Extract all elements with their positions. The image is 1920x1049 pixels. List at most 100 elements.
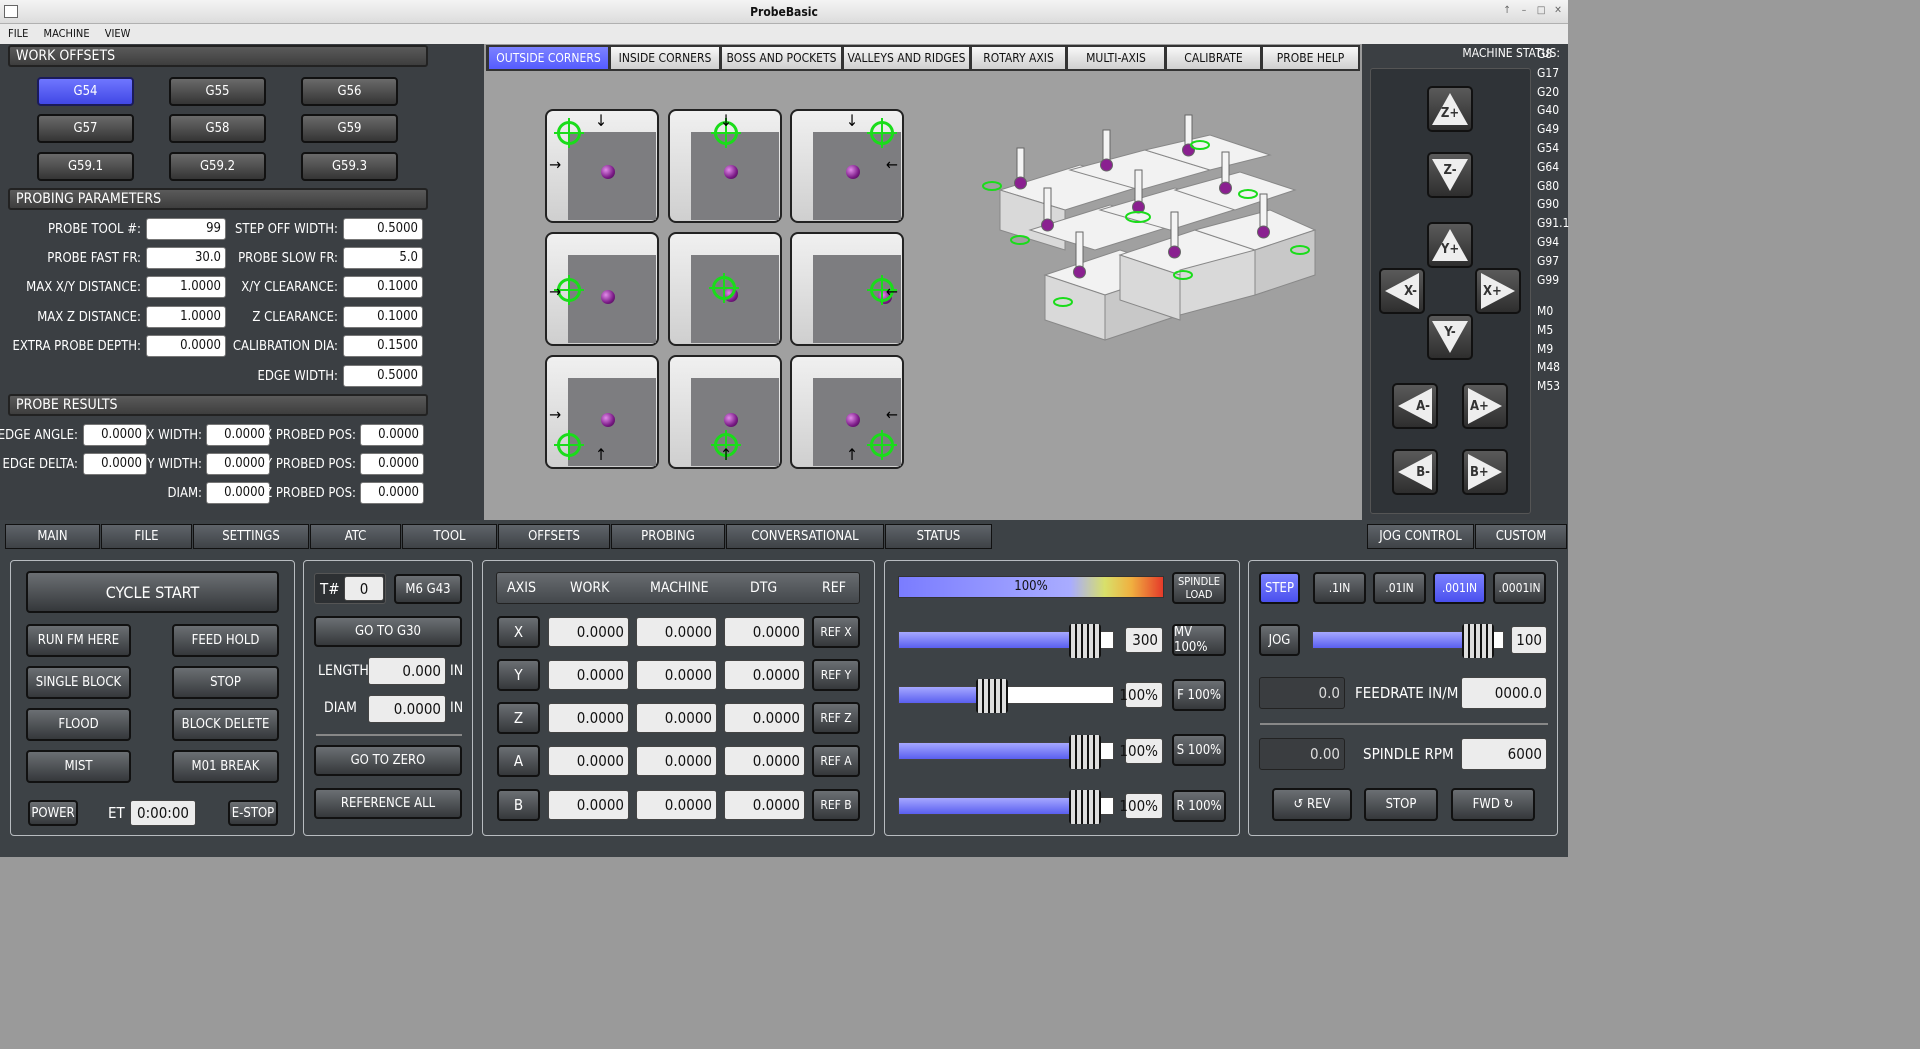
main-tab-status[interactable]: STATUS [885, 524, 992, 549]
ref-b-button[interactable]: REF B [812, 789, 860, 821]
single-block-button[interactable]: SINGLE BLOCK [26, 666, 131, 699]
param-value[interactable]: 30.0 [146, 247, 226, 269]
reference-all-button[interactable]: REFERENCE ALL [314, 788, 462, 819]
axis-a-button[interactable]: A [497, 745, 540, 777]
f-100-button[interactable]: F 100% [1172, 679, 1226, 711]
param-value[interactable]: 0.1000 [343, 276, 423, 298]
right-tab-custom[interactable]: CUSTOM [1475, 524, 1567, 549]
probe-corner-button-1[interactable]: ↓ → [545, 109, 659, 223]
jog-a-minus-button[interactable]: A- [1392, 383, 1438, 429]
estop-button[interactable]: E-STOP [228, 800, 278, 826]
cycle-start-button[interactable]: CYCLE START [26, 571, 279, 613]
axis-z-button[interactable]: Z [497, 702, 540, 734]
m01-break-button[interactable]: M01 BREAK [172, 750, 279, 783]
offset-g55-button[interactable]: G55 [169, 77, 266, 106]
menu-view[interactable]: VIEW [105, 27, 131, 40]
probe-corner-button-8[interactable]: ↑ [668, 355, 782, 469]
main-tab-conversational[interactable]: CONVERSATIONAL [726, 524, 884, 549]
jog-y-plus-button[interactable]: Y+ [1427, 222, 1473, 268]
jog-speed-handle[interactable] [1462, 624, 1495, 658]
param-value[interactable]: 1.0000 [146, 276, 226, 298]
param-value[interactable]: 0.5000 [343, 218, 423, 240]
jog-x-minus-button[interactable]: X- [1379, 268, 1425, 314]
menu-file[interactable]: FILE [8, 27, 28, 40]
offset-g59-3-button[interactable]: G59.3 [301, 152, 398, 181]
maximize-icon[interactable]: □ [1534, 4, 1548, 18]
param-value[interactable]: 0.1500 [343, 335, 423, 357]
jog-x-plus-button[interactable]: X+ [1475, 268, 1521, 314]
offset-g58-button[interactable]: G58 [169, 114, 266, 143]
ref-z-button[interactable]: REF Z [812, 702, 860, 734]
jog-y-minus-button[interactable]: Y- [1427, 314, 1473, 360]
probe-tab-probe-help[interactable]: PROBE HELP [1262, 46, 1359, 70]
offset-g57-button[interactable]: G57 [37, 114, 134, 143]
probe-corner-button-6[interactable]: ← [790, 232, 904, 346]
stop-button[interactable]: STOP [172, 666, 279, 699]
flood-button[interactable]: FLOOD [26, 708, 131, 741]
right-tab-jog-control[interactable]: JOG CONTROL [1367, 524, 1474, 549]
run-from-here-button[interactable]: RUN FM HERE [26, 624, 131, 657]
s-100-button[interactable]: S 100% [1172, 734, 1226, 766]
jog-a-plus-button[interactable]: A+ [1462, 383, 1508, 429]
pin-icon[interactable]: ↑ [1500, 4, 1514, 18]
jog-b-minus-button[interactable]: B- [1392, 449, 1438, 495]
param-value[interactable]: 0.5000 [343, 365, 423, 387]
offset-g56-button[interactable]: G56 [301, 77, 398, 106]
probe-tab-multi-axis[interactable]: MULTI-AXIS [1067, 46, 1165, 70]
increment-1in-button[interactable]: .1IN [1313, 572, 1366, 604]
offset-g59-1-button[interactable]: G59.1 [37, 152, 134, 181]
offset-g59-2-button[interactable]: G59.2 [169, 152, 266, 181]
probe-corner-button-9[interactable]: ↑ ← [790, 355, 904, 469]
main-tab-tool[interactable]: TOOL [402, 524, 497, 549]
main-tab-offsets[interactable]: OFFSETS [498, 524, 610, 549]
feedrate-setting[interactable]: 0000.0 [1461, 677, 1547, 709]
feed-override-slider[interactable] [898, 679, 1114, 713]
max-velocity-handle[interactable] [1068, 624, 1101, 658]
jog-mode-button[interactable]: JOG [1259, 624, 1300, 656]
offset-g59-button[interactable]: G59 [301, 114, 398, 143]
axis-b-button[interactable]: B [497, 789, 540, 821]
probe-tab-rotary-axis[interactable]: ROTARY AXIS [971, 46, 1066, 70]
power-button[interactable]: POWER [28, 800, 78, 826]
main-tab-file[interactable]: FILE [101, 524, 192, 549]
param-value[interactable]: 1.0000 [146, 306, 226, 328]
param-value[interactable]: 99 [146, 218, 226, 240]
ref-x-button[interactable]: REF X [812, 616, 860, 648]
spindle-stop-button[interactable]: STOP [1364, 788, 1438, 821]
spindle-forward-button[interactable]: FWD ↻ [1451, 788, 1535, 821]
jog-z-plus-button[interactable]: Z+ [1427, 86, 1473, 132]
rapid-override-handle[interactable] [1068, 790, 1101, 824]
spindle-override-slider[interactable] [898, 735, 1114, 769]
increment-01in-button[interactable]: .01IN [1373, 572, 1426, 604]
probe-tab-outside-corners[interactable]: OUTSIDE CORNERS [488, 46, 609, 70]
main-tab-settings[interactable]: SETTINGS [193, 524, 309, 549]
probe-corner-button-3[interactable]: ↓ ← [790, 109, 904, 223]
close-icon[interactable]: ✕ [1551, 4, 1565, 18]
increment-0001in-button[interactable]: .0001IN [1493, 572, 1546, 604]
menu-machine[interactable]: MACHINE [44, 27, 90, 40]
feed-hold-button[interactable]: FEED HOLD [172, 624, 279, 657]
minimize-icon[interactable]: – [1517, 4, 1531, 18]
increment-001in-button[interactable]: .001IN [1433, 572, 1486, 604]
param-value[interactable]: 5.0 [343, 247, 423, 269]
param-value[interactable]: 0.1000 [343, 306, 423, 328]
axis-x-button[interactable]: X [497, 616, 540, 648]
mist-button[interactable]: MIST [26, 750, 131, 783]
jog-b-plus-button[interactable]: B+ [1462, 449, 1508, 495]
spindle-override-handle[interactable] [1068, 735, 1101, 769]
feed-override-handle[interactable] [975, 679, 1008, 713]
m6-g43-button[interactable]: M6 G43 [394, 574, 462, 604]
rapid-override-slider[interactable] [898, 790, 1114, 824]
spindle-rpm-setting[interactable]: 6000 [1461, 738, 1547, 770]
probe-corner-button-4[interactable]: → [545, 232, 659, 346]
block-delete-button[interactable]: BLOCK DELETE [172, 708, 279, 741]
mv-100-button[interactable]: MV 100% [1172, 624, 1226, 656]
probe-corner-button-7[interactable]: → ↑ [545, 355, 659, 469]
main-tab-main[interactable]: MAIN [5, 524, 100, 549]
axis-y-button[interactable]: Y [497, 659, 540, 691]
main-tab-probing[interactable]: PROBING [611, 524, 725, 549]
param-value[interactable]: 0.0000 [146, 335, 226, 357]
probe-tab-boss-and-pockets[interactable]: BOSS AND POCKETS [721, 46, 842, 70]
offset-g54-button[interactable]: G54 [37, 77, 134, 106]
tool-number-value[interactable]: 0 [344, 576, 384, 601]
